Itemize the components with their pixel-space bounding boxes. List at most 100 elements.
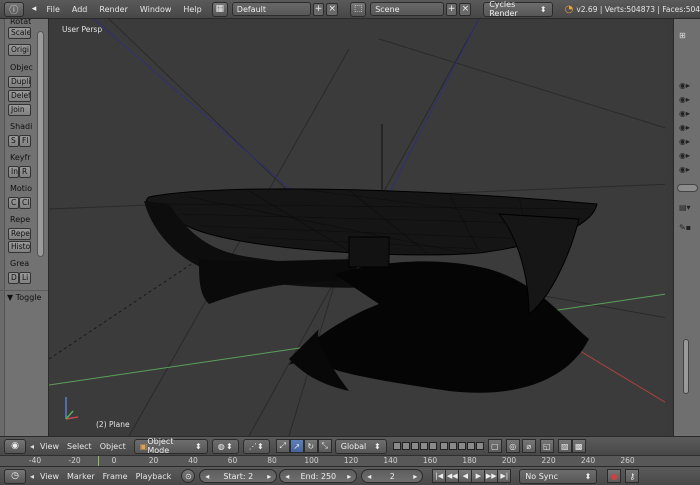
screen-layout-icon[interactable]: ▦ bbox=[211, 1, 228, 17]
outliner-icon-2[interactable]: ◉▸ bbox=[679, 95, 696, 106]
layer-3[interactable] bbox=[410, 442, 419, 450]
remove-keyframe-button[interactable]: R bbox=[19, 166, 31, 178]
ruler-tick-label: 100 bbox=[304, 456, 319, 465]
remove-layout-button[interactable]: × bbox=[326, 2, 339, 16]
record-icon[interactable]: ● bbox=[607, 469, 622, 483]
start-frame-field[interactable]: ◂ Start: 2 ▸ bbox=[199, 469, 278, 483]
outliner-icon-3[interactable]: ◉▸ bbox=[679, 109, 696, 120]
3d-viewport[interactable]: User Persp (2) Plane bbox=[49, 19, 673, 436]
timeline-ruler[interactable]: -40 -20 0 20 40 60 80 100 120 140 160 180 200 220 240 2… bbox=[0, 455, 700, 467]
current-frame-field[interactable]: ◂ 2 ▸ bbox=[361, 469, 424, 483]
repeat-last-button[interactable]: Repe bbox=[8, 228, 31, 240]
menu-window[interactable]: Window bbox=[134, 0, 178, 19]
outliner-icon-1[interactable]: ◉▸ bbox=[679, 81, 696, 92]
grease-draw-button[interactable]: D bbox=[8, 272, 19, 284]
outliner-scrollbar[interactable] bbox=[677, 184, 698, 192]
render-engine-dropdown[interactable]: Cycles Render ⬍ bbox=[483, 0, 553, 18]
clear-paths-button[interactable]: Cl bbox=[19, 197, 31, 209]
outliner-icon-5[interactable]: ◉▸ bbox=[679, 137, 696, 148]
add-layout-button[interactable]: + bbox=[312, 2, 325, 16]
menu-select[interactable]: Select bbox=[63, 442, 96, 451]
scale-button[interactable]: Scale bbox=[8, 27, 31, 39]
join-button[interactable]: Join bbox=[8, 104, 31, 116]
menu-object[interactable]: Object bbox=[96, 442, 130, 451]
outliner-icon-7[interactable]: ◉▸ bbox=[679, 165, 696, 176]
menu-playback[interactable]: Playback bbox=[132, 472, 176, 481]
timeline-editor-icon[interactable]: ◷ bbox=[4, 468, 26, 484]
menu-marker[interactable]: Marker bbox=[63, 472, 99, 481]
calculate-paths-button[interactable]: C bbox=[8, 197, 19, 209]
preview-range-icon[interactable]: ⊙ bbox=[181, 469, 196, 483]
properties-scrollbar[interactable] bbox=[683, 339, 689, 394]
snap-element-icon[interactable]: ◱ bbox=[539, 439, 554, 453]
layer-buttons[interactable] bbox=[392, 442, 484, 450]
proportional-edit-icon[interactable]: ◎ bbox=[505, 439, 520, 453]
properties-tab-icon[interactable]: ✎▪ bbox=[679, 223, 696, 234]
jump-start-icon[interactable]: |◀ bbox=[432, 469, 447, 483]
insert-keyframe-button[interactable]: In bbox=[8, 166, 19, 178]
scene-field[interactable]: Scene bbox=[370, 2, 444, 16]
shade-flat-button[interactable]: Fl bbox=[19, 135, 31, 147]
scene-icon[interactable]: ⬚ bbox=[350, 1, 367, 17]
layer-2[interactable] bbox=[401, 442, 410, 450]
play-icon[interactable]: ▶ bbox=[471, 469, 486, 483]
menu-file[interactable]: File bbox=[40, 0, 65, 19]
properties-editor-icon[interactable]: ▤▾ bbox=[679, 203, 696, 214]
remove-scene-button[interactable]: × bbox=[459, 2, 472, 16]
play-reverse-icon[interactable]: ◀ bbox=[458, 469, 473, 483]
menu-render[interactable]: Render bbox=[93, 0, 133, 19]
toggle-panel[interactable]: ▼ Toggle bbox=[0, 290, 48, 304]
duplicate-button[interactable]: Dupli bbox=[8, 76, 31, 88]
layer-8[interactable] bbox=[457, 442, 466, 450]
manipulator-toggle-icon[interactable]: ⤢ bbox=[275, 439, 290, 453]
orientation-dropdown[interactable]: Global ⬍ bbox=[334, 438, 387, 454]
shade-smooth-button[interactable]: S bbox=[8, 135, 19, 147]
info-editor-type-icon[interactable]: ⓘ bbox=[4, 1, 24, 17]
menu-frame[interactable]: Frame bbox=[99, 472, 132, 481]
pivot-dropdown[interactable]: ⋰ ⬍ bbox=[242, 438, 270, 454]
viewport-shading-dropdown[interactable]: ◍ ⬍ bbox=[211, 438, 239, 454]
outliner-icon-6[interactable]: ◉▸ bbox=[679, 151, 696, 162]
menu-add[interactable]: Add bbox=[66, 0, 94, 19]
layer-10[interactable] bbox=[475, 442, 484, 450]
lock-layers-icon[interactable]: ▢ bbox=[487, 439, 502, 453]
shelf-scrollbar[interactable] bbox=[37, 31, 44, 257]
keying-set-icon[interactable]: ⚷ bbox=[625, 469, 640, 483]
opengl-anim-icon[interactable]: ▩ bbox=[571, 439, 586, 453]
chair-back-panel bbox=[348, 236, 390, 268]
translate-manipulator-icon[interactable]: ↗ bbox=[289, 439, 304, 453]
layer-7[interactable] bbox=[448, 442, 457, 450]
menu-view[interactable]: View bbox=[36, 472, 63, 481]
add-scene-button[interactable]: + bbox=[445, 2, 458, 16]
plus-icon[interactable]: ⊞ bbox=[679, 31, 696, 42]
snap-toggle-icon[interactable]: ⌀ bbox=[521, 439, 536, 453]
layer-4[interactable] bbox=[419, 442, 428, 450]
layer-6[interactable] bbox=[439, 442, 448, 450]
menu-help[interactable]: Help bbox=[177, 0, 207, 19]
layer-1[interactable] bbox=[392, 442, 401, 450]
opengl-render-icon[interactable]: ▨ bbox=[557, 439, 572, 453]
jump-end-icon[interactable]: ▶| bbox=[497, 469, 512, 483]
prev-keyframe-icon[interactable]: ◀◀ bbox=[445, 469, 460, 483]
layer-5[interactable] bbox=[428, 442, 437, 450]
screen-layout-field[interactable]: Default bbox=[231, 2, 311, 16]
grease-line-button[interactable]: Li bbox=[19, 272, 31, 284]
end-frame-field[interactable]: ◂ End: 250 ▸ bbox=[279, 469, 358, 483]
origin-button[interactable]: Origi bbox=[8, 44, 31, 56]
collapse-menus-icon[interactable]: ◂ bbox=[30, 2, 39, 17]
3d-view-editor-icon[interactable]: ◉ bbox=[4, 438, 26, 454]
outliner-icon-4[interactable]: ◉▸ bbox=[679, 123, 696, 134]
menu-view[interactable]: View bbox=[36, 442, 63, 451]
increment-arrow-icon: ▸ bbox=[413, 471, 418, 481]
sync-dropdown[interactable]: No Sync ⬍ bbox=[519, 468, 598, 484]
history-button[interactable]: Histo bbox=[8, 241, 31, 253]
rotate-manipulator-icon[interactable]: ↻ bbox=[303, 439, 318, 453]
collapse-icon[interactable]: ◂ bbox=[30, 472, 34, 481]
mode-dropdown[interactable]: ▣ Object Mode ⬍ bbox=[133, 437, 208, 455]
scale-manipulator-icon[interactable]: ⤡ bbox=[317, 439, 332, 453]
next-keyframe-icon[interactable]: ▶▶ bbox=[484, 469, 499, 483]
right-properties-strip: ⊞ ◉▸ ◉▸ ◉▸ ◉▸ ◉▸ ◉▸ ◉▸ ▤▾ ✎▪ bbox=[673, 19, 700, 436]
collapse-icon[interactable]: ◂ bbox=[30, 442, 34, 451]
delete-button[interactable]: Delet bbox=[8, 90, 31, 102]
layer-9[interactable] bbox=[466, 442, 475, 450]
